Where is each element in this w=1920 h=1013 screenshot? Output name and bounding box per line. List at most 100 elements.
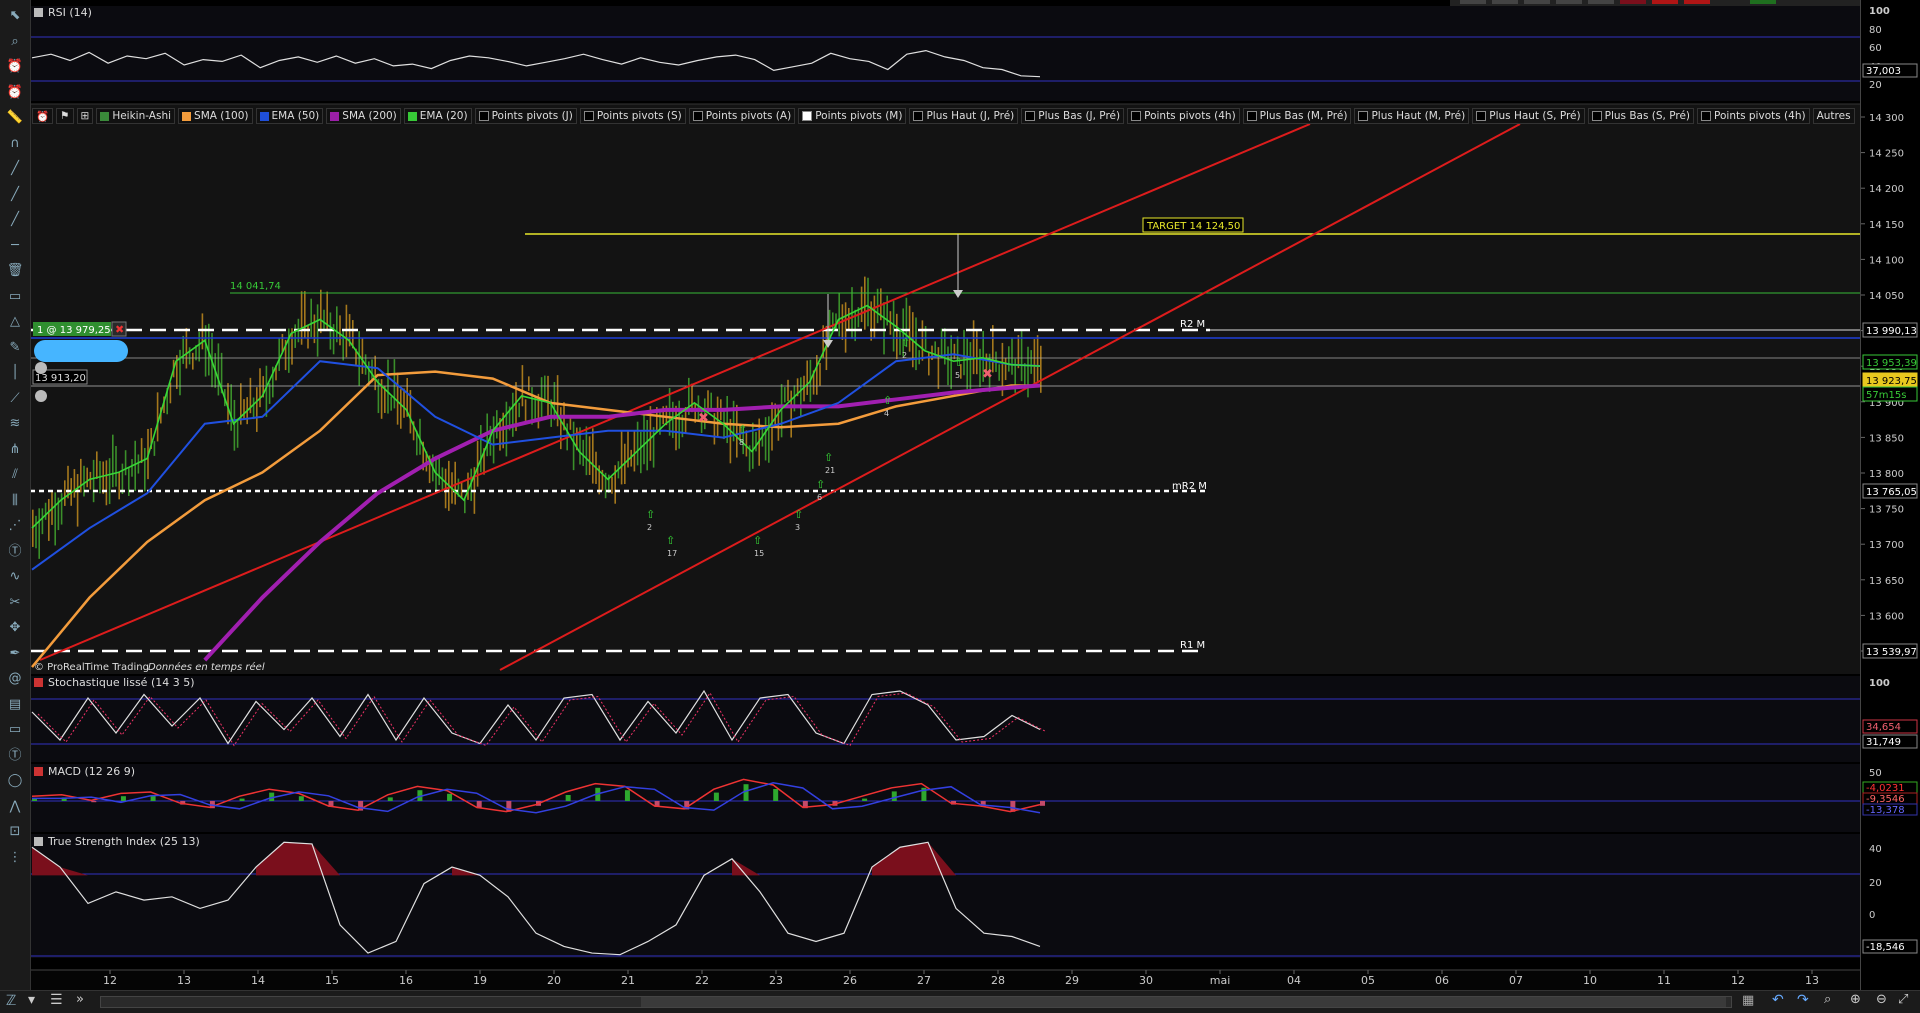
horizontal-line-icon[interactable]: ─: [4, 236, 26, 256]
legend-item[interactable]: Plus Haut (S, Pré): [1472, 108, 1585, 124]
top-controls[interactable]: [1450, 0, 1860, 6]
trash-icon[interactable]: 🗑: [4, 261, 26, 281]
legend-item[interactable]: Plus Haut (M, Pré): [1354, 108, 1470, 124]
cursor-icon[interactable]: ⬉: [4, 6, 26, 26]
line-icon[interactable]: ╱: [4, 159, 26, 179]
fast-forward-icon[interactable]: »: [76, 992, 84, 1007]
tools-icon[interactable]: ✂: [4, 593, 26, 613]
spiral-icon[interactable]: @: [4, 669, 26, 689]
rsi-checkbox[interactable]: [34, 8, 43, 17]
more-icon[interactable]: ⋮: [4, 848, 26, 868]
price-tick-label: 14 150: [1869, 220, 1904, 231]
candle: [304, 291, 306, 339]
scroll-thumb[interactable]: [641, 997, 1726, 1007]
legend-item[interactable]: SMA (100): [178, 108, 253, 124]
pen-icon[interactable]: ✒: [4, 644, 26, 664]
checkbox-icon[interactable]: [1246, 111, 1257, 121]
legend-item[interactable]: Plus Haut (J, Pré): [909, 108, 1019, 124]
alarm-add-icon[interactable]: ⏰: [4, 83, 26, 103]
label-icon[interactable]: ▭: [4, 720, 26, 740]
legend-item[interactable]: Autres: [1812, 108, 1855, 124]
tsi-tick: 0: [1869, 910, 1875, 921]
add-icon[interactable]: ⊞: [76, 108, 94, 124]
type-icon[interactable]: Ⓣ: [4, 746, 26, 766]
trend-line-icon[interactable]: ╱: [4, 185, 26, 205]
measure-icon[interactable]: ⊡: [4, 822, 26, 842]
rectangle-icon[interactable]: ▭: [4, 287, 26, 307]
note-icon[interactable]: ▤: [4, 695, 26, 715]
checkbox-icon[interactable]: [913, 111, 924, 121]
checkbox-icon[interactable]: [478, 111, 489, 121]
fan-icon[interactable]: ⋰: [4, 516, 26, 536]
magnet-icon[interactable]: ∩: [4, 134, 26, 154]
alert-icon[interactable]: ⚑: [56, 108, 74, 124]
alarm-icon[interactable]: ⏰: [32, 108, 54, 124]
legend-item[interactable]: Points pivots (4h): [1697, 108, 1810, 124]
candle: [153, 441, 156, 456]
legend-item[interactable]: Plus Bas (J, Pré): [1021, 108, 1125, 124]
handle-icon[interactable]: [35, 362, 47, 374]
legend-item[interactable]: Points pivots (J): [474, 108, 577, 124]
legend-item[interactable]: Heikin-Ashi: [96, 108, 176, 124]
zigzag-icon[interactable]: ⋀: [4, 797, 26, 817]
candle: [534, 397, 536, 422]
candle: [454, 461, 456, 505]
zoom-out-icon[interactable]: ⊖: [1876, 992, 1887, 1007]
candle: [1033, 339, 1036, 384]
checkbox-icon[interactable]: [1476, 111, 1487, 121]
vertical-line-icon[interactable]: │: [4, 363, 26, 383]
legend-item[interactable]: Points pivots (M): [798, 108, 907, 124]
triangle-icon[interactable]: △: [4, 312, 26, 332]
alarm-icon[interactable]: ⏰: [4, 57, 26, 77]
checkbox-icon[interactable]: [1131, 111, 1142, 121]
menu-icon[interactable]: ☰: [50, 992, 63, 1008]
legend-item[interactable]: EMA (50): [255, 108, 324, 124]
time-axis[interactable]: 12 13 14 15 16 19 20 21 22 23 26 27 28 29 30 mai 04 05 06 0…: [30, 969, 1860, 990]
checkbox-icon[interactable]: [692, 111, 703, 121]
channel-icon[interactable]: ⫼: [4, 491, 26, 511]
color-swatch: [330, 111, 340, 121]
move-icon[interactable]: ✥: [4, 618, 26, 638]
checkbox-icon[interactable]: [1591, 111, 1602, 121]
redo-icon[interactable]: ↷: [1797, 992, 1809, 1008]
ray-icon[interactable]: ╱: [4, 210, 26, 230]
legend-item[interactable]: Points pivots (S): [579, 108, 686, 124]
fibonacci-icon[interactable]: ≋: [4, 414, 26, 434]
calendar-icon[interactable]: ▦: [1742, 993, 1754, 1008]
checkbox-icon[interactable]: [1358, 111, 1369, 121]
legend-item[interactable]: Plus Bas (S, Pré): [1587, 108, 1695, 124]
candle: [969, 342, 972, 390]
checkbox-icon[interactable]: [583, 111, 594, 121]
stoch-checkbox[interactable]: [34, 678, 43, 687]
candle: [790, 390, 792, 438]
dropdown-arrow-icon[interactable]: ▾: [28, 992, 35, 1008]
zoom-in-icon[interactable]: ⊕: [1850, 992, 1861, 1007]
tsi-checkbox[interactable]: [34, 837, 43, 846]
text-icon[interactable]: Ⓣ: [4, 542, 26, 562]
ruler-icon[interactable]: 📏: [4, 108, 26, 128]
wave-icon[interactable]: ∿: [4, 567, 26, 587]
polyline-icon[interactable]: ⟋: [4, 389, 26, 409]
legend-item[interactable]: SMA (200): [326, 108, 401, 124]
fit-icon[interactable]: ⤢: [1898, 992, 1908, 1007]
macd-checkbox[interactable]: [34, 767, 43, 776]
checkbox-icon[interactable]: [1701, 111, 1712, 121]
legend-item[interactable]: Plus Bas (M, Pré): [1242, 108, 1352, 124]
search-icon[interactable]: ⌕: [4, 32, 26, 52]
gann-icon[interactable]: ⫽: [4, 465, 26, 485]
checkbox-icon[interactable]: [802, 111, 813, 121]
chart-canvas[interactable]: RSI (14) 14 041,74 TARGET 14 124,50 R2 M…: [0, 0, 1920, 990]
price-axis[interactable]: 14 30014 25014 20014 15014 10014 05014 0…: [1860, 0, 1920, 990]
pitchfork-icon[interactable]: ⋔: [4, 440, 26, 460]
time-scrollbar[interactable]: [100, 996, 1732, 1008]
pencil-icon[interactable]: ✎: [4, 338, 26, 358]
checkbox-icon[interactable]: [1025, 111, 1036, 121]
undo-icon[interactable]: ↶: [1772, 992, 1784, 1008]
legend-item[interactable]: Points pivots (A): [688, 108, 796, 124]
zoom-icon[interactable]: ⌕: [1824, 992, 1831, 1007]
legend-item[interactable]: EMA (20): [403, 108, 472, 124]
legend-item[interactable]: Points pivots (4h): [1127, 108, 1240, 124]
level-14041-label: 14 041,74: [230, 281, 281, 292]
ellipse-icon[interactable]: ◯: [4, 771, 26, 791]
handle-icon[interactable]: [35, 390, 47, 402]
